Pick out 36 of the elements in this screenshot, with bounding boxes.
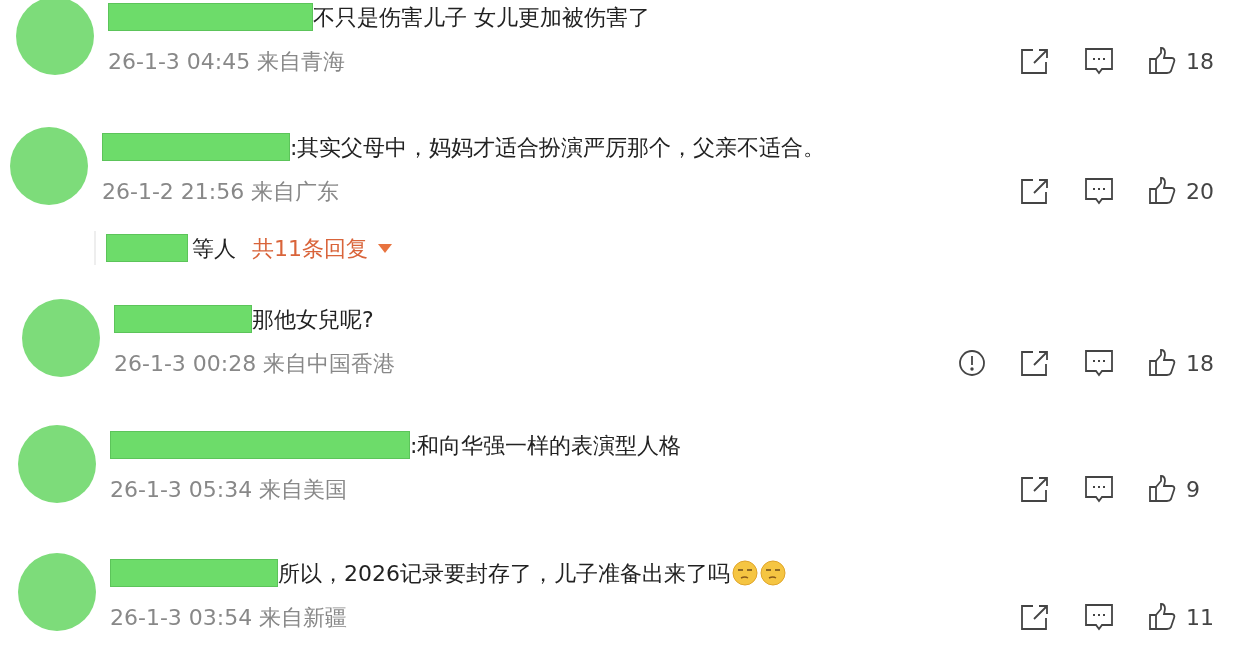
emoji-icon — [760, 560, 786, 586]
comment-text: :和向华强一样的表演型人格 — [410, 431, 682, 460]
thumbs-up-icon[interactable] — [1148, 603, 1176, 631]
comment-icon[interactable] — [1084, 177, 1114, 205]
share-icon[interactable] — [1020, 349, 1050, 377]
comment-meta: 26-1-3 05:34 来自美国 — [110, 475, 348, 504]
thumbs-up-icon[interactable] — [1148, 47, 1176, 75]
comment-meta: 26-1-2 21:56 来自广东 — [102, 177, 340, 206]
like-count: 18 — [1186, 47, 1214, 76]
comment-icon[interactable] — [1084, 47, 1114, 75]
replies-link[interactable]: 共11条回复 — [252, 231, 392, 265]
thumbs-up-icon[interactable] — [1148, 349, 1176, 377]
share-icon[interactable] — [1020, 47, 1050, 75]
comment-text: 所以，2026记录要封存了，儿子准备出来了吗 — [278, 559, 730, 588]
thumbs-up-icon[interactable] — [1148, 177, 1176, 205]
comment-meta: 26-1-3 00:28 来自中国香港 — [114, 349, 396, 378]
report-icon[interactable] — [958, 349, 986, 377]
comment-icon[interactable] — [1084, 603, 1114, 631]
share-icon[interactable] — [1020, 475, 1050, 503]
comment-icon[interactable] — [1084, 349, 1114, 377]
comment-text: 不只是伤害儿子 女儿更加被伤害了 — [313, 3, 650, 32]
comment-meta: 26-1-3 03:54 来自新疆 — [110, 603, 348, 632]
caret-icon — [378, 243, 392, 253]
thumbs-up-icon[interactable] — [1148, 475, 1176, 503]
like-count: 11 — [1186, 603, 1214, 632]
comment-text: 那他女兒呢? — [252, 305, 374, 334]
comment-text: :其实父母中，妈妈才适合扮演严厉那个，父亲不适合。 — [290, 133, 826, 162]
like-count: 20 — [1186, 177, 1214, 206]
comment-icon[interactable] — [1084, 475, 1114, 503]
share-icon[interactable] — [1020, 603, 1050, 631]
comment-meta: 26-1-3 04:45 来自青海 — [108, 47, 346, 76]
share-icon[interactable] — [1020, 177, 1050, 205]
replies-text: 等人 — [192, 234, 236, 263]
like-count: 18 — [1186, 349, 1214, 378]
like-count: 9 — [1186, 475, 1200, 504]
emoji-icon — [732, 560, 758, 586]
